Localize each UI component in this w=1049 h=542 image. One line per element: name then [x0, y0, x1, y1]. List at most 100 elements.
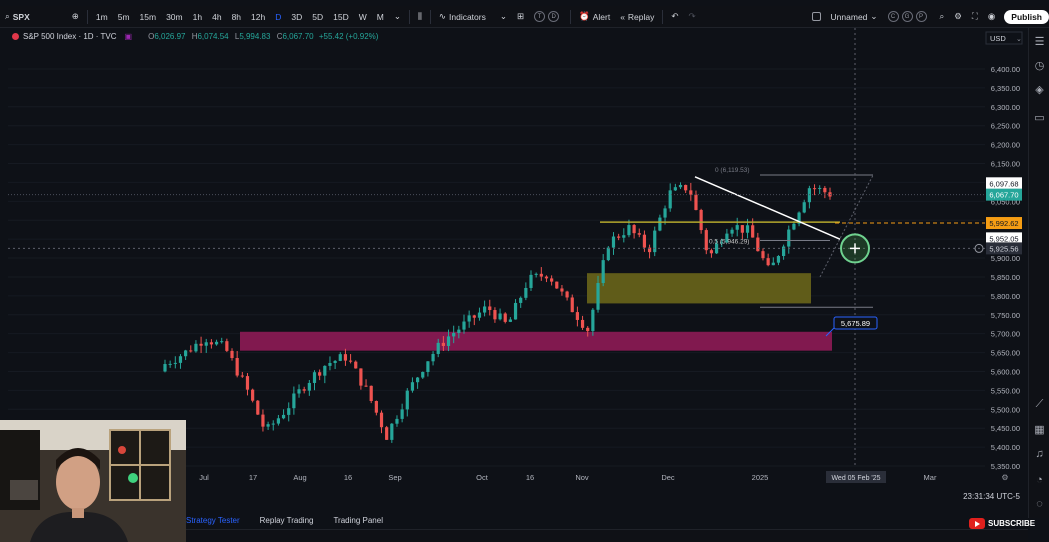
quick-search-icon[interactable]: ⌕	[935, 6, 950, 27]
layers-icon[interactable]: ◈	[1033, 84, 1046, 97]
interval-15m[interactable]: 15m	[135, 6, 162, 27]
candle-body	[611, 236, 616, 248]
price-tick-label: 5,600.00	[991, 367, 1020, 376]
candle-style-icon[interactable]: ⫼	[413, 6, 427, 27]
candle-body	[173, 362, 177, 364]
candle-body	[178, 356, 183, 363]
price-tick-label: 5,900.00	[991, 254, 1020, 263]
candle-body	[735, 225, 739, 230]
alert-button[interactable]: ⏰ Alert	[574, 6, 615, 27]
layout-shortcuts[interactable]: C G P	[883, 6, 935, 27]
interval-1m[interactable]: 1m	[91, 6, 113, 27]
candle-body	[328, 363, 332, 366]
candle-body	[745, 225, 750, 233]
undo-icon[interactable]: ↶	[666, 6, 683, 27]
fullscreen-icon[interactable]: ⛶	[967, 6, 983, 27]
legend-bookmark-icon[interactable]: ▣	[125, 32, 133, 41]
calendar-icon[interactable]: ▦	[1033, 424, 1046, 437]
candle-body	[823, 187, 827, 193]
candle-body	[194, 343, 198, 352]
drawing-tools-bar[interactable]	[186, 529, 1028, 542]
templates-icon[interactable]: ⊞	[512, 6, 529, 27]
layout-g-icon[interactable]: G	[901, 11, 913, 22]
tab-trading-panel[interactable]: Trading Panel	[333, 516, 383, 525]
compare-plus-icon[interactable]: ⊕	[67, 6, 84, 27]
interval-w[interactable]: W	[354, 6, 372, 27]
price-tick-label: 5,800.00	[991, 292, 1020, 301]
interval-5m[interactable]: 5m	[113, 6, 135, 27]
interval-1h[interactable]: 1h	[188, 6, 207, 27]
replay-button[interactable]: « Replay	[615, 6, 659, 27]
chart-legend: S&P 500 Index · 1D · TVC ▣ O6,026.97 H6,…	[12, 32, 378, 41]
candle-body	[663, 208, 667, 218]
interval-30m[interactable]: 30m	[161, 6, 188, 27]
candle-body	[292, 393, 296, 409]
price-tick-label: 5,650.00	[991, 349, 1020, 358]
redo-icon[interactable]: ↷	[684, 6, 701, 27]
candle-body	[261, 414, 265, 427]
chat-icon[interactable]: ▭	[1033, 112, 1046, 125]
price-axis-label: 6,097.68	[989, 179, 1018, 188]
interval-8h[interactable]: 8h	[227, 6, 246, 27]
candle-body	[761, 251, 765, 259]
candle-body	[189, 350, 193, 352]
interval-12h[interactable]: 12h	[246, 6, 270, 27]
watchlist-icon[interactable]: ☰	[1033, 36, 1046, 49]
candle-body	[596, 283, 600, 310]
settings-gear-icon[interactable]: ⚙	[949, 6, 967, 27]
candle-body	[230, 350, 234, 359]
candle-body	[220, 341, 224, 343]
candle-body	[276, 418, 281, 424]
top-toolbar: ⌕ SPX ⊕ 1m 5m 15m 30m 1h 4h 8h 12h D 3D …	[0, 6, 1049, 28]
interval-m[interactable]: M	[372, 6, 389, 27]
layout-p-icon[interactable]: P	[915, 11, 927, 22]
candle-body	[364, 385, 368, 387]
chevron-down-icon: ⌄	[1016, 36, 1022, 43]
interval-5d[interactable]: 5D	[307, 6, 328, 27]
subscribe-overlay[interactable]: SUBSCRIBE	[969, 516, 1035, 530]
interval-3d[interactable]: 3D	[286, 6, 307, 27]
legend-title: S&P 500 Index · 1D · TVC	[23, 32, 117, 41]
layout-c-icon[interactable]: C	[887, 11, 899, 22]
tab-replay-trading[interactable]: Replay Trading	[260, 516, 314, 525]
candle-body	[323, 365, 327, 376]
layout-select[interactable]: Unnamed ⌄	[807, 6, 883, 27]
alerts-clock-icon[interactable]: ◷	[1033, 60, 1046, 73]
interval-15d[interactable]: 15D	[328, 6, 354, 27]
publish-button[interactable]: Publish	[1004, 9, 1049, 24]
bell-icon[interactable]: ♫	[1033, 448, 1046, 461]
alert-label: Alert	[592, 11, 611, 22]
support-zone-magenta[interactable]	[240, 331, 832, 351]
candle-body	[410, 382, 415, 391]
candle-body	[787, 229, 791, 247]
candle-body	[271, 423, 275, 425]
indicators-button[interactable]: ∿ Indicators ⌄	[434, 6, 512, 27]
candle-body	[343, 354, 348, 361]
interval-d[interactable]: D	[270, 6, 286, 27]
interval-4h[interactable]: 4h	[207, 6, 226, 27]
candle-body	[369, 385, 373, 402]
interval-dropdown-chevron-icon[interactable]: ⌄	[389, 6, 406, 27]
candle-body	[457, 329, 461, 333]
support-zone-olive[interactable]	[587, 273, 811, 304]
candle-body	[818, 187, 822, 189]
trend-icon[interactable]: ⟋	[1033, 398, 1046, 411]
candle-body	[658, 217, 662, 231]
camera-icon[interactable]: ◉	[983, 6, 1000, 27]
indicator-shortcuts[interactable]: T D	[529, 6, 567, 27]
layout-checkbox-icon	[811, 12, 821, 21]
help-icon[interactable]: ◌	[1033, 498, 1046, 511]
divider	[662, 9, 664, 24]
price-tick-label: 6,350.00	[991, 84, 1020, 93]
candle-body	[312, 372, 317, 383]
strategy-t-icon[interactable]: T	[534, 11, 546, 22]
alarm-clock-icon: ⏰	[579, 11, 590, 21]
tab-strategy-tester[interactable]: Strategy Tester	[186, 516, 240, 525]
strategy-d-icon[interactable]: D	[548, 11, 560, 22]
candle-body	[709, 250, 714, 254]
symbol-search[interactable]: ⌕ SPX	[0, 6, 35, 27]
target-label: 5,675.89	[841, 319, 870, 328]
currency-label: USD	[990, 34, 1006, 43]
time-tick-label: Nov	[575, 473, 589, 482]
notifications-icon[interactable]: ◔	[1033, 474, 1046, 487]
